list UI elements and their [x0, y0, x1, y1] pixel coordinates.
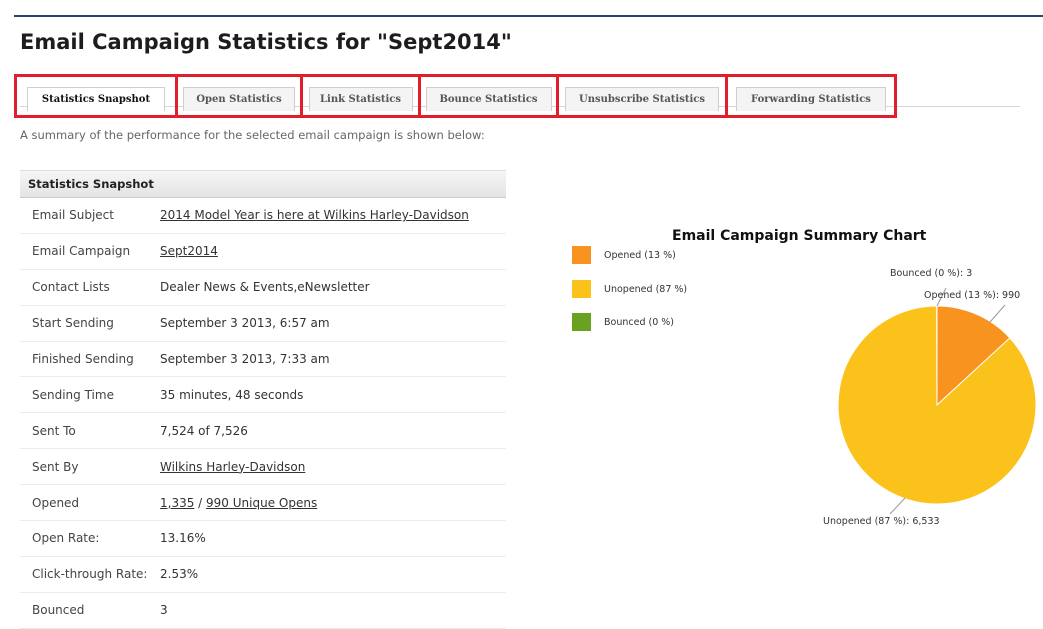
row-label: Finished Sending — [20, 352, 160, 366]
statistics-snapshot-table: Statistics Snapshot Email Subject 2014 M… — [20, 170, 506, 629]
row-label: Click-through Rate: — [20, 567, 160, 581]
tab-statistics-snapshot[interactable]: Statistics Snapshot — [14, 74, 178, 118]
legend-label: Unopened (87 %) — [604, 284, 687, 295]
tab-open-statistics[interactable]: Open Statistics — [175, 74, 303, 118]
unique-opens-link[interactable]: 990 Unique Opens — [206, 496, 317, 510]
legend-label: Opened (13 %) — [604, 250, 676, 261]
table-row: Contact Lists Dealer News & Events,eNews… — [20, 270, 506, 306]
legend-item-opened: Opened (13 %) — [572, 246, 676, 264]
sent-by-link[interactable]: Wilkins Harley-Davidson — [160, 460, 305, 474]
table-row: Opened 1,335 / 990 Unique Opens — [20, 485, 506, 521]
table-header: Statistics Snapshot — [20, 170, 506, 198]
tab-label: Unsubscribe Statistics — [565, 87, 719, 111]
table-row: Start Sending September 3 2013, 6:57 am — [20, 306, 506, 342]
table-row: Sending Time 35 minutes, 48 seconds — [20, 377, 506, 413]
email-campaign-link[interactable]: Sept2014 — [160, 244, 218, 258]
row-value: September 3 2013, 6:57 am — [160, 316, 506, 330]
page-title: Email Campaign Statistics for "Sept2014" — [20, 30, 512, 54]
email-subject-link[interactable]: 2014 Model Year is here at Wilkins Harle… — [160, 208, 469, 222]
tab-bounce-statistics[interactable]: Bounce Statistics — [418, 74, 559, 118]
pie-slice-unopened — [838, 306, 1036, 504]
header-rule — [14, 15, 1043, 17]
row-value: September 3 2013, 7:33 am — [160, 352, 506, 366]
row-label: Email Campaign — [20, 244, 160, 258]
row-label: Open Rate: — [20, 531, 160, 545]
pie-leader-line — [990, 305, 1005, 322]
table-row: Bounced 3 — [20, 593, 506, 629]
tab-link-statistics[interactable]: Link Statistics — [300, 74, 421, 118]
row-value: 3 — [160, 603, 506, 617]
legend-item-unopened: Unopened (87 %) — [572, 280, 687, 298]
total-opens-link[interactable]: 1,335 — [160, 496, 194, 510]
row-label: Email Subject — [20, 208, 160, 222]
row-label: Sent To — [20, 424, 160, 438]
pie-label-unopened: Unopened (87 %): 6,533 — [823, 516, 940, 527]
table-row: Click-through Rate: 2.53% — [20, 557, 506, 593]
row-value: 35 minutes, 48 seconds — [160, 388, 506, 402]
opens-separator: / — [194, 496, 206, 510]
legend-item-bounced: Bounced (0 %) — [572, 313, 674, 331]
table-row: Email Subject 2014 Model Year is here at… — [20, 198, 506, 234]
pie-leader-line — [890, 498, 905, 514]
pie-label-opened: Opened (13 %): 990 — [924, 290, 1020, 301]
row-label: Contact Lists — [20, 280, 160, 294]
tab-forwarding-statistics[interactable]: Forwarding Statistics — [725, 74, 897, 118]
chart-title: Email Campaign Summary Chart — [672, 228, 926, 244]
table-row: Open Rate: 13.16% — [20, 521, 506, 557]
row-value: 13.16% — [160, 531, 506, 545]
tab-label: Forwarding Statistics — [736, 87, 886, 111]
tab-label: Statistics Snapshot — [27, 87, 165, 111]
legend-swatch-opened — [572, 246, 591, 264]
row-label: Sending Time — [20, 388, 160, 402]
table-row: Sent By Wilkins Harley-Davidson — [20, 449, 506, 485]
tab-bar: Statistics Snapshot Open Statistics Link… — [14, 74, 897, 118]
tab-label: Link Statistics — [309, 87, 413, 111]
row-label: Bounced — [20, 603, 160, 617]
row-label: Opened — [20, 496, 160, 510]
row-value: 7,524 of 7,526 — [160, 424, 506, 438]
row-label: Start Sending — [20, 316, 160, 330]
tab-label: Bounce Statistics — [426, 87, 552, 111]
table-row: Email Campaign Sept2014 — [20, 234, 506, 270]
table-row: Sent To 7,524 of 7,526 — [20, 413, 506, 449]
summary-text: A summary of the performance for the sel… — [20, 128, 485, 142]
tab-label: Open Statistics — [183, 87, 295, 111]
row-value: 2.53% — [160, 567, 506, 581]
pie-slice-opened — [937, 306, 1010, 405]
row-value: Dealer News & Events,eNewsletter — [160, 280, 506, 294]
pie-label-bounced: Bounced (0 %): 3 — [890, 268, 972, 279]
row-label: Sent By — [20, 460, 160, 474]
legend-swatch-unopened — [572, 280, 591, 298]
table-row: Finished Sending September 3 2013, 7:33 … — [20, 342, 506, 378]
legend-swatch-bounced — [572, 313, 591, 331]
legend-label: Bounced (0 %) — [604, 317, 674, 328]
tab-unsubscribe-statistics[interactable]: Unsubscribe Statistics — [556, 74, 728, 118]
